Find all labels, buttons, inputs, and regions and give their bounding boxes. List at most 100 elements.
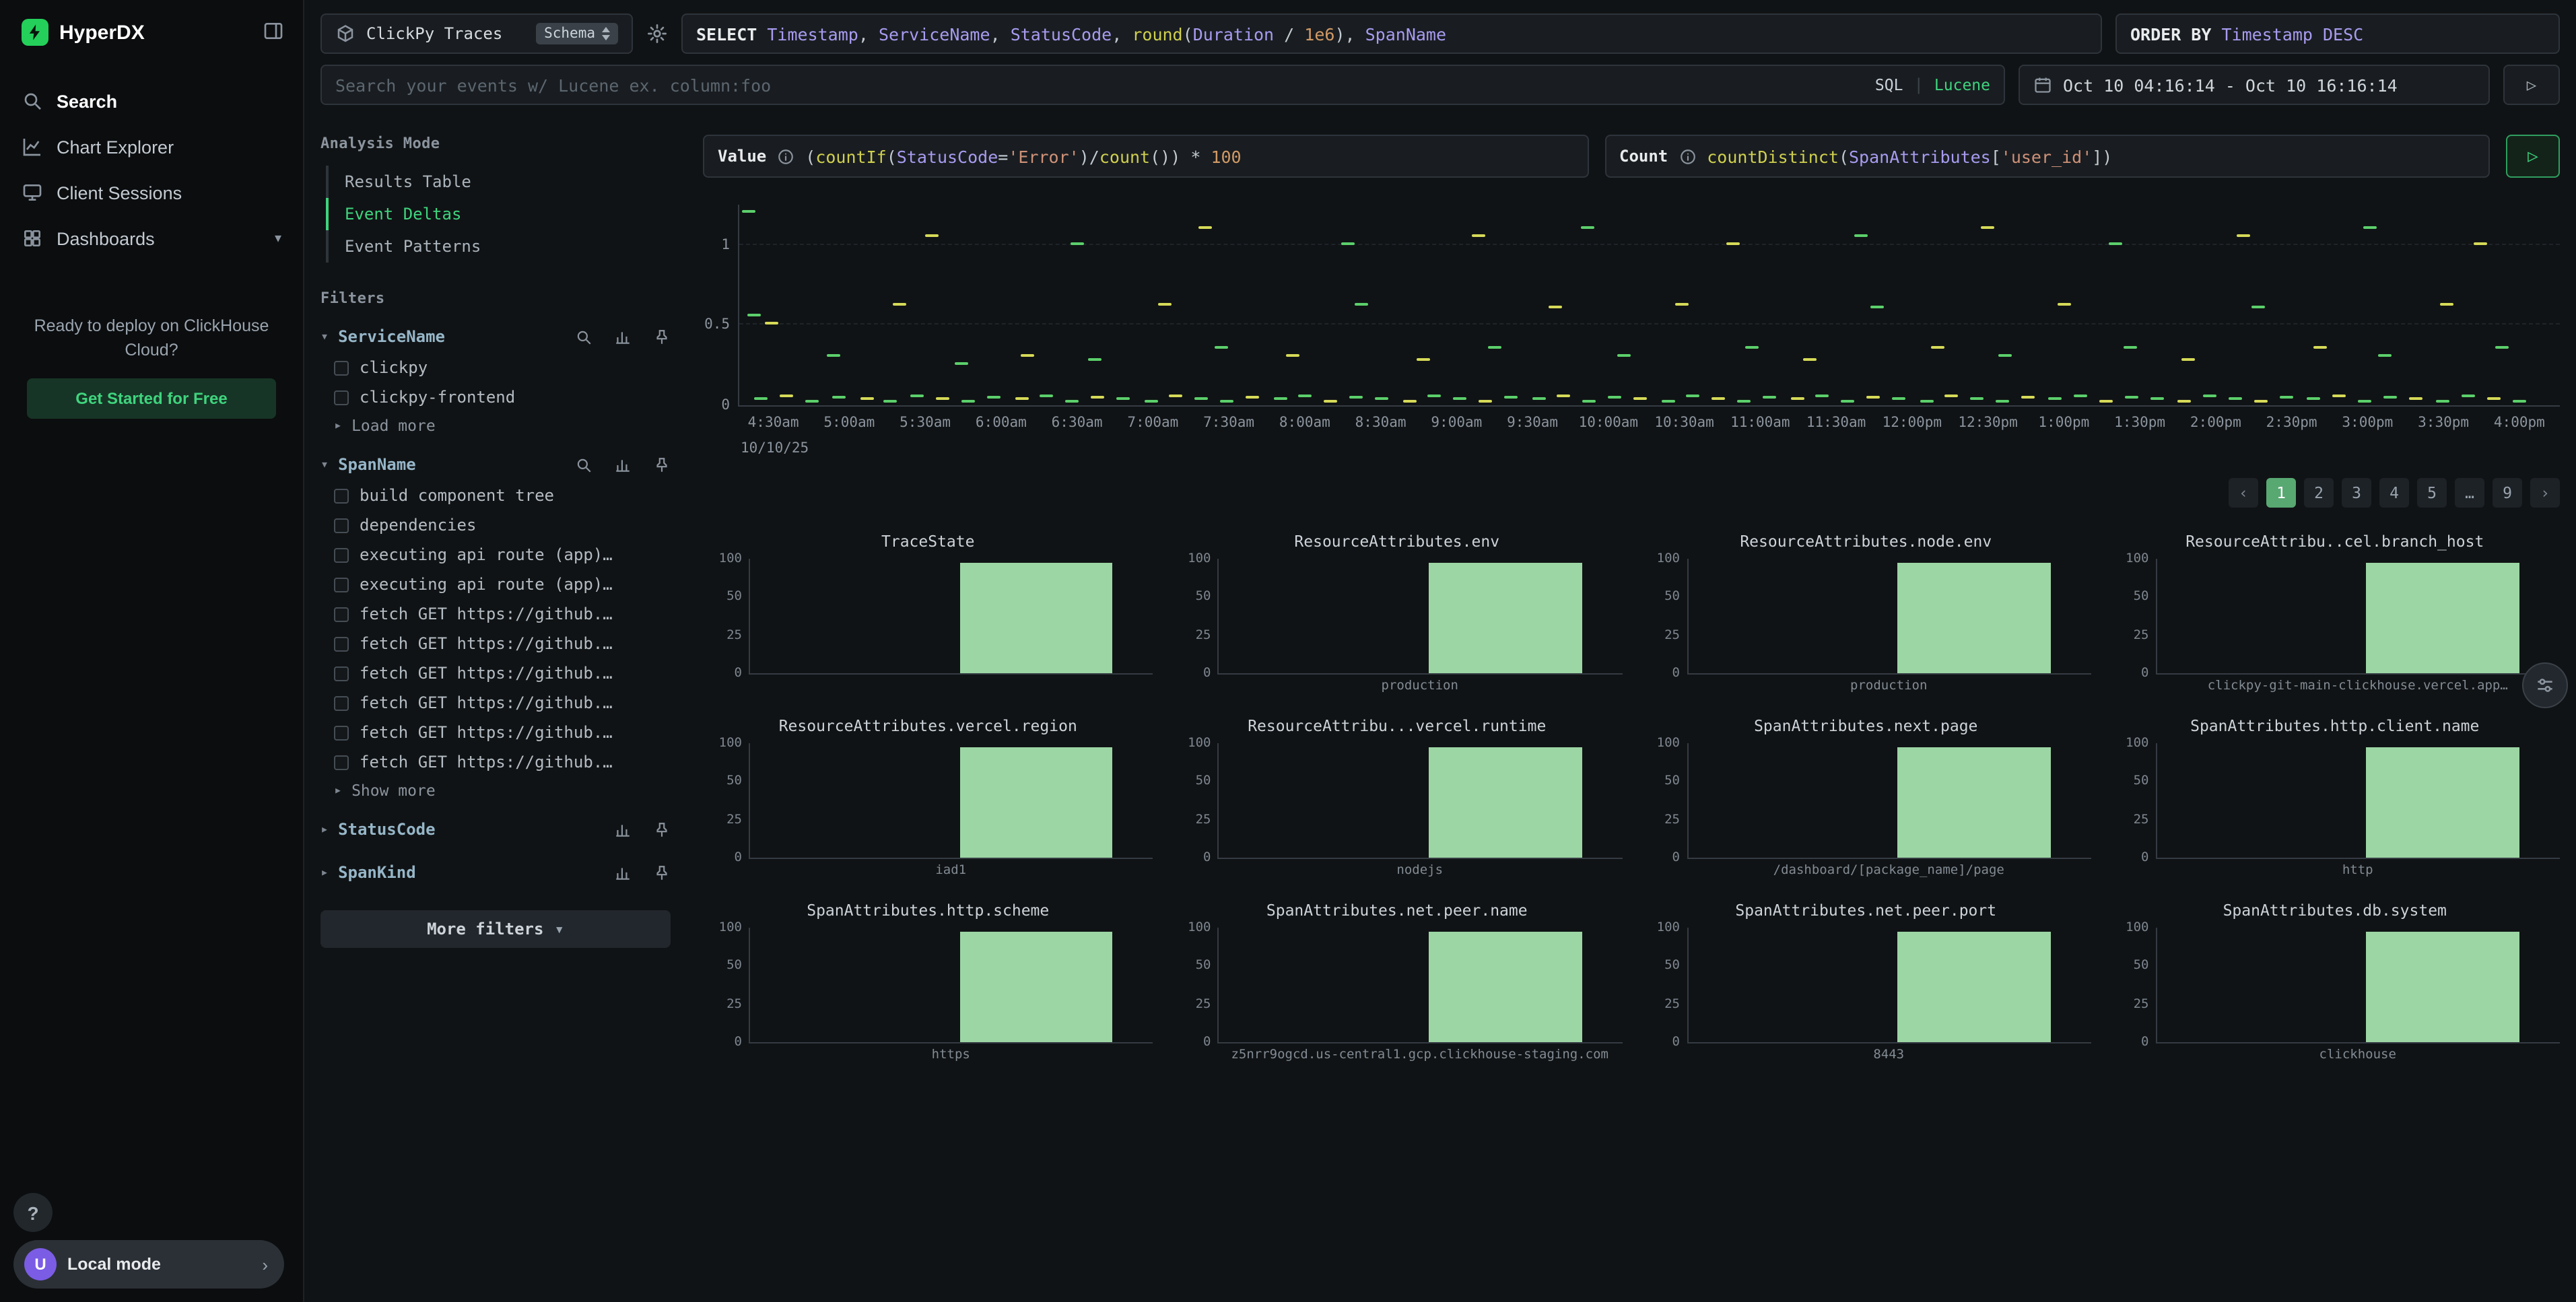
sidebar-item-dashboards[interactable]: Dashboards▾ [0, 215, 303, 261]
bar-chart-icon[interactable] [614, 328, 632, 345]
search-icon[interactable] [575, 456, 592, 473]
filter-option-clickpy-frontend[interactable]: clickpy-frontend [320, 382, 671, 412]
checkbox-icon[interactable] [334, 488, 349, 503]
sidebar-item-chart-explorer[interactable]: Chart Explorer [0, 124, 303, 170]
page-button-3[interactable]: 3 [2342, 478, 2371, 508]
checkbox-icon[interactable] [334, 636, 349, 651]
filter-group-header-spanname[interactable]: ▾SpanName [320, 448, 671, 481]
get-started-button[interactable]: Get Started for Free [27, 378, 276, 419]
order-by-input[interactable]: ORDER BY Timestamp DESC [2115, 13, 2560, 54]
deltas-plot[interactable]: 00.51 [738, 205, 2560, 407]
sidebar-item-client-sessions[interactable]: Client Sessions [0, 170, 303, 215]
checkbox-icon[interactable] [334, 360, 349, 375]
checkbox-icon[interactable] [334, 518, 349, 533]
filter-option-fetch-get-https-github[interactable]: fetch GET https://github.… [320, 629, 671, 658]
show-more-link[interactable]: ▸Show more [320, 777, 671, 802]
page-button-1[interactable]: 1 [2266, 478, 2296, 508]
value-expression-input[interactable]: Value (countIf(StatusCode='Error')/count… [703, 135, 1588, 178]
pin-icon[interactable] [653, 821, 671, 838]
page-button-4[interactable]: 4 [2379, 478, 2409, 508]
analysis-mode-event-deltas[interactable]: Event Deltas [326, 198, 671, 230]
code-token: count [1099, 146, 1150, 166]
filter-option-clickpy[interactable]: clickpy [320, 353, 671, 382]
filter-option-fetch-get-https-github[interactable]: fetch GET https://github.… [320, 718, 671, 747]
page-button-2[interactable]: 2 [2304, 478, 2334, 508]
checkbox-icon[interactable] [334, 390, 349, 405]
page-button-9[interactable]: 9 [2493, 478, 2522, 508]
checkbox-icon[interactable] [334, 666, 349, 681]
analysis-mode-results-table[interactable]: Results Table [326, 166, 671, 198]
data-point [1015, 398, 1028, 401]
checkbox-icon[interactable] [334, 607, 349, 621]
bar-chart-icon[interactable] [614, 864, 632, 881]
filter-option-dependencies[interactable]: dependencies [320, 510, 671, 540]
bar-chart-icon[interactable] [614, 456, 632, 473]
count-expression-input[interactable]: Count countDistinct(SpanAttributes['user… [1604, 135, 2490, 178]
pin-icon[interactable] [653, 456, 671, 473]
data-point [1472, 234, 1485, 237]
settings-gear-icon[interactable] [646, 23, 668, 44]
source-selector[interactable]: ClickPy Traces Schema [320, 13, 633, 54]
checkbox-icon[interactable] [334, 725, 349, 740]
checkbox-icon[interactable] [334, 695, 349, 710]
filter-option-label: fetch GET https://github.… [360, 664, 613, 683]
collapse-sidebar-icon[interactable] [263, 20, 284, 45]
page-button-5[interactable]: 5 [2417, 478, 2447, 508]
search-icon[interactable] [575, 328, 592, 345]
filter-group-header-spankind[interactable]: ▸SpanKind [320, 856, 671, 889]
filter-group-header-statuscode[interactable]: ▸StatusCode [320, 813, 671, 846]
calendar-icon [2033, 75, 2052, 94]
data-point [1945, 395, 1959, 397]
data-point [1454, 398, 1467, 401]
filter-group-spanname: ▾SpanName build component tree dependencie… [320, 448, 671, 802]
checkbox-icon[interactable] [334, 577, 349, 592]
data-point [2178, 399, 2192, 402]
filter-group-header-servicename[interactable]: ▾ServiceName [320, 320, 671, 353]
data-point [2513, 399, 2527, 402]
checkbox-icon[interactable] [334, 547, 349, 562]
x-tick-label: 5:00am [823, 415, 875, 431]
x-tick-label: 8:00am [1279, 415, 1330, 431]
filter-option-fetch-get-https-github[interactable]: fetch GET https://github.… [320, 747, 671, 777]
analysis-mode-list: Results TableEvent DeltasEvent Patterns [326, 166, 671, 263]
local-mode-button[interactable]: U Local mode › [13, 1240, 284, 1289]
load-more-link[interactable]: ▸Load more [320, 412, 671, 438]
search-row: SQL | Lucene Oct 10 04:16:14 - Oct 10 16… [320, 65, 2560, 105]
date-range-picker[interactable]: Oct 10 04:16:14 - Oct 10 16:16:14 [2019, 65, 2490, 105]
schema-badge[interactable]: Schema [536, 23, 618, 44]
mode-lucene-toggle[interactable]: Lucene [1934, 75, 1990, 94]
help-button[interactable]: ? [13, 1193, 53, 1232]
filter-option-executing-api-route-app[interactable]: executing api route (app)… [320, 570, 671, 599]
mode-sql-toggle[interactable]: SQL [1875, 75, 1903, 94]
chart-settings-fab[interactable] [2522, 662, 2568, 708]
y-tick-label: 100 [2126, 551, 2157, 566]
sidebar-item-search[interactable]: Search [0, 78, 303, 124]
y-tick-label: 50 [1664, 590, 1688, 605]
checkbox-icon[interactable] [334, 755, 349, 769]
code-token: countIf [815, 146, 886, 166]
select-query-input[interactable]: SELECT Timestamp, ServiceName, StatusCod… [681, 13, 2102, 54]
more-filters-label: More filters [427, 920, 543, 938]
data-point [1170, 395, 1183, 397]
filter-option-build-component-tree[interactable]: build component tree [320, 481, 671, 510]
data-point [1376, 398, 1389, 401]
run-analysis-button[interactable]: ▷ [2506, 135, 2560, 178]
bar-chart-icon[interactable] [614, 821, 632, 838]
y-tick-label: 100 [719, 736, 750, 751]
filter-option-executing-api-route-app[interactable]: executing api route (app)… [320, 540, 671, 570]
pin-icon[interactable] [653, 328, 671, 345]
next-page-button[interactable]: › [2530, 478, 2560, 508]
analysis-mode-event-patterns[interactable]: Event Patterns [326, 230, 671, 263]
more-filters-button[interactable]: More filters ▾ [320, 910, 671, 948]
run-query-button[interactable]: ▷ [2503, 65, 2560, 105]
prev-page-button[interactable]: ‹ [2229, 478, 2258, 508]
filter-option-fetch-get-https-github[interactable]: fetch GET https://github.… [320, 658, 671, 688]
search-input[interactable] [335, 75, 1864, 95]
pin-icon[interactable] [653, 864, 671, 881]
data-point [1286, 355, 1299, 357]
filter-option-label: build component tree [360, 486, 554, 505]
filter-option-fetch-get-https-github[interactable]: fetch GET https://github.… [320, 688, 671, 718]
chart-title: SpanAttributes.next.page [1641, 716, 2091, 735]
filter-option-fetch-get-https-github[interactable]: fetch GET https://github.… [320, 599, 671, 629]
data-point [1299, 395, 1312, 397]
